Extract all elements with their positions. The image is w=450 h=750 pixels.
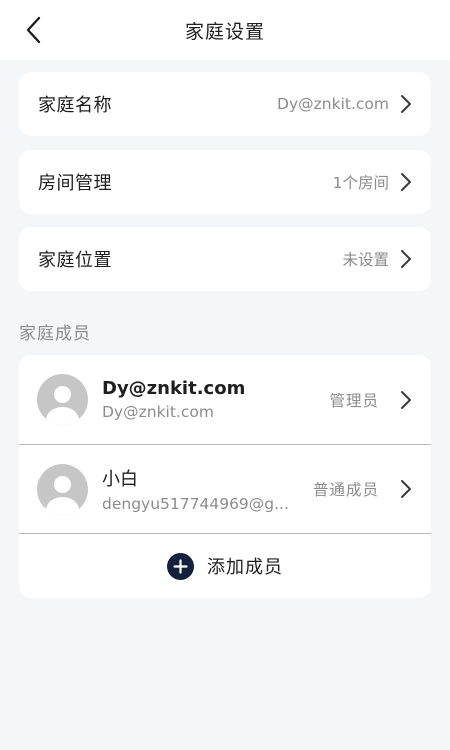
member-role: 普通成员 (312, 481, 379, 499)
member-info: Dy@znkit.com Dy@znkit.com (102, 378, 329, 421)
member-name: Dy@znkit.com (102, 378, 246, 399)
page-title: 家庭设置 (184, 20, 265, 43)
family-name-value: Dy@znkit.com (277, 95, 389, 113)
back-arrow-icon (26, 16, 41, 44)
add-member-button[interactable]: 添加成员 (19, 533, 431, 598)
chevron-right-icon (399, 249, 413, 269)
member-account: Dy@znkit.com (102, 403, 214, 421)
plus-circle-icon (167, 552, 194, 580)
room-management-label: 房间管理 (38, 173, 112, 194)
chevron-right-icon (399, 479, 413, 499)
avatar-placeholder-icon (37, 463, 88, 515)
avatar-placeholder-icon (37, 374, 88, 425)
chevron-right-icon (399, 94, 413, 114)
member-role: 管理员 (329, 391, 379, 410)
room-count-value: 1个房间 (332, 174, 389, 192)
family-location-card: 家庭位置 未设置 (19, 227, 431, 291)
room-management-card: 房间管理 1个房间 (19, 150, 431, 214)
family-name-row[interactable]: 家庭名称 Dy@znkit.com (19, 72, 431, 136)
family-location-label: 家庭位置 (38, 250, 112, 271)
members-card: Dy@znkit.com Dy@znkit.com 管理员 小白 dengyu5… (19, 355, 431, 598)
room-management-row[interactable]: 房间管理 1个房间 (19, 150, 431, 214)
back-button[interactable] (18, 13, 48, 47)
chevron-right-icon (399, 172, 413, 192)
member-row-regular[interactable]: 小白 dengyu517744969@g... 普通成员 (19, 444, 431, 533)
family-location-row[interactable]: 家庭位置 未设置 (19, 227, 431, 291)
member-row-admin[interactable]: Dy@znkit.com Dy@znkit.com 管理员 (19, 355, 431, 444)
member-info: 小白 dengyu517744969@g... (102, 465, 313, 513)
member-name: 小白 (102, 469, 138, 490)
family-name-label: 家庭名称 (38, 95, 112, 116)
members-section-title: 家庭成员 (19, 324, 91, 344)
nav-bar: 家庭设置 (0, 0, 450, 60)
chevron-right-icon (399, 390, 413, 410)
family-name-card: 家庭名称 Dy@znkit.com (19, 72, 431, 136)
family-location-value: 未设置 (342, 251, 389, 269)
member-account: dengyu517744969@g... (102, 495, 289, 513)
add-member-label: 添加成员 (207, 557, 283, 578)
